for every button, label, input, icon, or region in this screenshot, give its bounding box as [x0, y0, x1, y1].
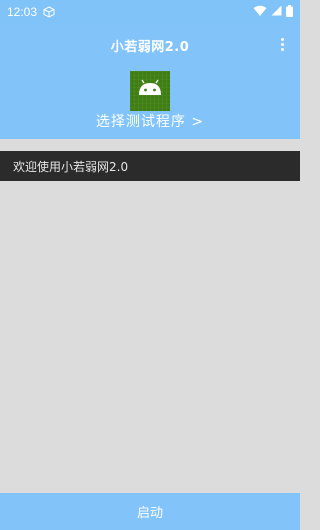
- cube-icon: [43, 6, 55, 18]
- app-bar: 小若弱网2.0 选择测试程序 >: [0, 24, 300, 139]
- start-button[interactable]: 启动: [0, 493, 300, 530]
- status-time: 12:03: [7, 5, 38, 19]
- welcome-banner: 欢迎使用小若弱网2.0: [0, 151, 300, 181]
- start-button-label: 启动: [136, 505, 163, 520]
- select-program-button[interactable]: 选择测试程序 >: [0, 111, 300, 131]
- signal-icon: [271, 5, 282, 19]
- status-icons: [253, 4, 293, 20]
- overflow-menu-icon[interactable]: [274, 34, 290, 54]
- content-area: [0, 181, 300, 493]
- wifi-icon: [253, 5, 267, 20]
- battery-icon: [286, 4, 293, 20]
- app-title: 小若弱网2.0: [110, 40, 190, 55]
- welcome-text: 欢迎使用小若弱网2.0: [13, 159, 129, 174]
- status-bar: 12:03: [0, 0, 300, 24]
- android-robot-icon[interactable]: [130, 71, 170, 111]
